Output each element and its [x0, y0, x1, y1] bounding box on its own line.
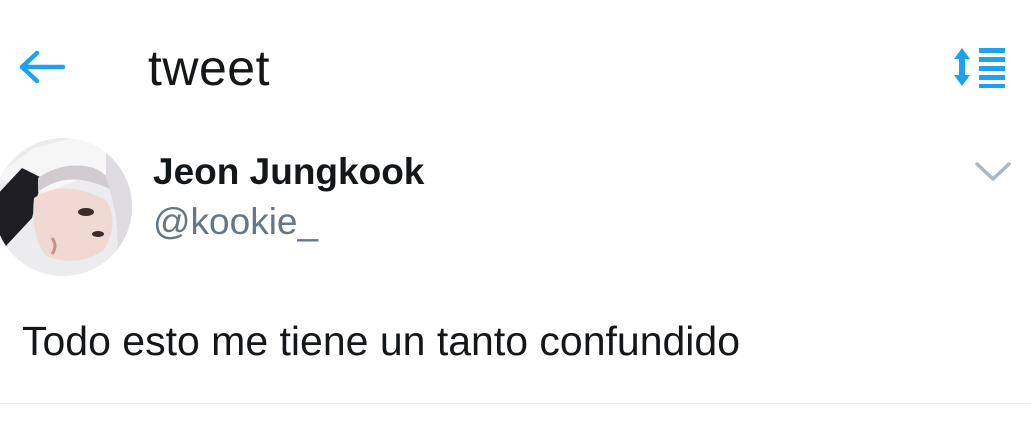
sort-list-icon [954, 48, 1005, 88]
tweet-menu-button[interactable] [968, 152, 1018, 192]
tweet-text: Todo esto me tiene un tanto confundido [22, 318, 741, 364]
back-button[interactable] [14, 42, 70, 92]
sort-button[interactable] [950, 44, 1012, 90]
avatar[interactable] [0, 138, 132, 276]
back-arrow-icon [19, 50, 66, 84]
page-title: tweet [148, 40, 271, 96]
tweet-card[interactable]: Jeon Jungkook @kookie_ Todo esto me tien… [0, 130, 1031, 402]
chevron-down-icon [975, 162, 1011, 181]
author-name[interactable]: Jeon Jungkook [153, 150, 424, 194]
avatar-photo [0, 138, 132, 276]
app-header: tweet [0, 0, 1031, 120]
author-handle[interactable]: @kookie_ [153, 200, 318, 244]
divider [0, 403, 1031, 404]
